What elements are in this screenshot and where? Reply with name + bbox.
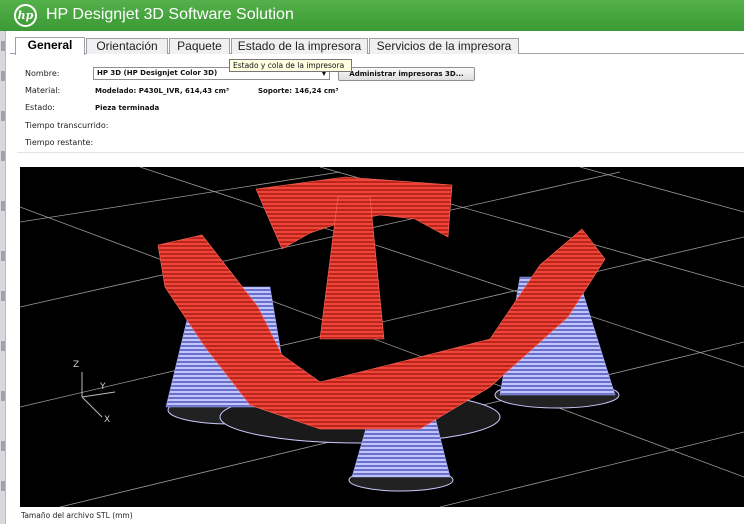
stl-size-label: Tamaño del archivo STL (mm): [21, 511, 133, 520]
estado-label: Estado:: [25, 103, 55, 112]
title-bar: hp HP Designjet 3D Software Solution: [0, 0, 744, 31]
tab-orientacion[interactable]: Orientación: [86, 38, 168, 54]
estado-value: Pieza terminada: [95, 104, 160, 112]
tiempo-restante-label: Tiempo restante:: [25, 138, 94, 147]
modelado-value: Modelado: P430L_IVR, 614,43 cm³: [95, 87, 230, 95]
tab-paquete[interactable]: Paquete: [169, 38, 230, 54]
printer-select-value: HP 3D (HP Designjet Color 3D): [97, 69, 218, 77]
material-label: Material:: [25, 86, 61, 95]
axis-y-label: Y: [100, 382, 106, 392]
axis-indicator: [81, 372, 116, 418]
axis-x-label: X: [104, 415, 111, 425]
left-toolbar-strip: [0, 31, 6, 524]
3d-viewport[interactable]: Z Y X: [20, 167, 744, 507]
model-render: [20, 167, 744, 507]
soporte-value: Soporte: 146,24 cm³: [258, 87, 339, 95]
tiempo-transcurrido-label: Tiempo transcurrido:: [25, 121, 109, 130]
general-panel: Nombre: HP 3D (HP Designjet Color 3D) ▼ …: [17, 61, 744, 153]
axis-z-label: Z: [73, 360, 80, 370]
tab-estado-impresora[interactable]: Estado de la impresora: [231, 38, 368, 54]
tab-bar: General Orientación Paquete Estado de la…: [10, 37, 744, 55]
manage-printers-button[interactable]: Administrar impresoras 3D...: [338, 67, 475, 81]
window-title: HP Designjet 3D Software Solution: [46, 6, 294, 23]
tab-general[interactable]: General: [15, 37, 85, 55]
hp-logo-icon: hp: [14, 4, 37, 27]
tab-servicios-impresora[interactable]: Servicios de la impresora: [369, 38, 519, 54]
nombre-label: Nombre:: [25, 69, 60, 78]
tooltip: Estado y cola de la impresora: [229, 59, 352, 72]
